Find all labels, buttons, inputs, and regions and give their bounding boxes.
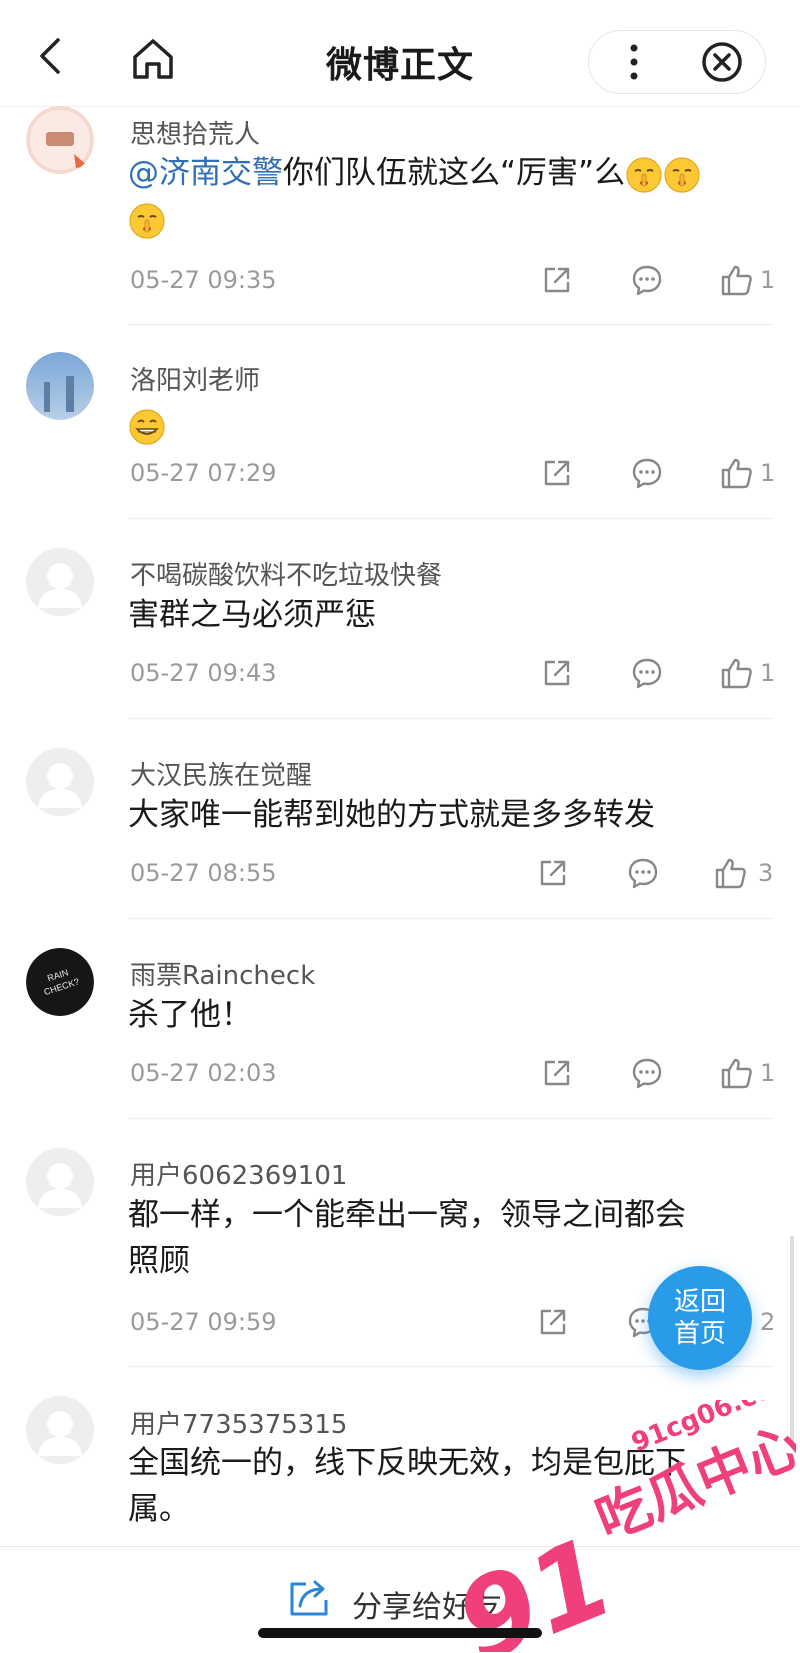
divider bbox=[128, 518, 774, 519]
comment-text: 全国统一的，线下反映无效，均是包庇下 属。 bbox=[128, 1440, 778, 1532]
back-arrow-icon[interactable] bbox=[30, 34, 74, 78]
shush-face-emoji bbox=[128, 202, 166, 240]
like-icon[interactable] bbox=[720, 456, 754, 490]
page-title: 微博正文 bbox=[325, 45, 474, 86]
comment-username[interactable]: 用户7735375315 bbox=[130, 1404, 347, 1441]
comment-icon[interactable] bbox=[630, 1056, 664, 1090]
mention-link[interactable]: @济南交警 bbox=[128, 155, 283, 191]
like-icon[interactable] bbox=[720, 1056, 754, 1090]
comment-text-line: 全国统一的，线下反映无效，均是包庇下 bbox=[128, 1445, 686, 1481]
like-icon[interactable] bbox=[714, 856, 748, 890]
share-to-friends-label[interactable]: 分享给好友 bbox=[352, 1582, 502, 1626]
comment-text bbox=[128, 402, 778, 448]
avatar[interactable] bbox=[26, 106, 94, 174]
share-icon[interactable] bbox=[540, 456, 574, 490]
comment-time: 05-27 09:43 bbox=[130, 659, 277, 687]
close-circle-icon[interactable] bbox=[698, 38, 746, 86]
share-icon[interactable] bbox=[536, 1305, 570, 1339]
shush-face-emoji bbox=[625, 156, 663, 194]
comment-icon[interactable] bbox=[630, 456, 664, 490]
comment-username[interactable]: 雨票Raincheck bbox=[130, 955, 315, 992]
comment-text: 害群之马必须严惩 bbox=[128, 597, 376, 633]
like-count: 1 bbox=[760, 1059, 776, 1087]
comment-text-body: 你们队伍就这么“厉害”么 bbox=[283, 155, 626, 191]
default-avatar[interactable] bbox=[26, 1396, 94, 1464]
divider bbox=[128, 718, 774, 719]
share-icon[interactable] bbox=[540, 656, 574, 690]
back-to-home-button[interactable]: 返回 首页 bbox=[648, 1266, 752, 1370]
like-icon[interactable] bbox=[720, 656, 754, 690]
comment-text: @济南交警你们队伍就这么“厉害”么 bbox=[128, 150, 778, 242]
more-vertical-icon[interactable] bbox=[612, 40, 656, 84]
share-icon[interactable] bbox=[540, 1056, 574, 1090]
home-indicator bbox=[258, 1628, 542, 1638]
fab-label-line2: 首页 bbox=[673, 1319, 726, 1349]
comment-time: 05-27 09:35 bbox=[130, 266, 277, 294]
comment-username[interactable]: 不喝碳酸饮料不吃垃圾快餐 bbox=[130, 555, 442, 592]
share-icon[interactable] bbox=[286, 1576, 332, 1618]
default-avatar[interactable] bbox=[26, 548, 94, 616]
comment-icon[interactable] bbox=[630, 656, 664, 690]
comment-time: 05-27 08:55 bbox=[130, 859, 277, 887]
comment-username[interactable]: 思想拾荒人 bbox=[130, 114, 260, 151]
avatar[interactable] bbox=[26, 352, 94, 420]
comment-time: 05-27 09:59 bbox=[130, 1308, 277, 1336]
comment-username[interactable]: 大汉民族在觉醒 bbox=[130, 755, 312, 792]
comment-text: 杀了他！ bbox=[128, 997, 252, 1033]
default-avatar[interactable] bbox=[26, 1148, 94, 1216]
comment-text-line: 属。 bbox=[128, 1491, 190, 1527]
comment-text-line: 照顾 bbox=[128, 1243, 190, 1279]
comment-text: 大家唯一能帮到她的方式就是多多转发 bbox=[128, 797, 655, 833]
divider bbox=[128, 918, 774, 919]
like-icon[interactable] bbox=[720, 263, 754, 297]
divider bbox=[128, 1118, 774, 1119]
divider bbox=[128, 324, 774, 325]
comment-username[interactable]: 用户6062369101 bbox=[130, 1155, 347, 1192]
like-count: 1 bbox=[760, 459, 776, 487]
grin-face-emoji bbox=[128, 408, 166, 446]
like-count: 2 bbox=[760, 1308, 776, 1336]
like-count: 3 bbox=[758, 859, 774, 887]
comment-text-line: 都一样，一个能牵出一窝，领导之间都会 bbox=[128, 1197, 686, 1233]
comment-icon[interactable] bbox=[626, 856, 660, 890]
like-count: 1 bbox=[760, 659, 776, 687]
fab-label-line1: 返回 bbox=[673, 1287, 726, 1317]
shush-face-emoji bbox=[663, 156, 701, 194]
share-icon[interactable] bbox=[536, 856, 570, 890]
home-icon[interactable] bbox=[130, 36, 176, 82]
comment-icon[interactable] bbox=[630, 263, 664, 297]
like-count: 1 bbox=[760, 266, 776, 294]
top-nav-bar: 微博正文 bbox=[0, 0, 800, 107]
comment-time: 05-27 07:29 bbox=[130, 459, 277, 487]
avatar[interactable]: RAIN CHECK? bbox=[26, 948, 94, 1016]
comment-time: 05-27 02:03 bbox=[130, 1059, 277, 1087]
divider bbox=[128, 1366, 774, 1367]
share-icon[interactable] bbox=[540, 263, 574, 297]
default-avatar[interactable] bbox=[26, 748, 94, 816]
comment-username[interactable]: 洛阳刘老师 bbox=[130, 360, 260, 397]
scrollbar[interactable] bbox=[790, 1236, 794, 1446]
